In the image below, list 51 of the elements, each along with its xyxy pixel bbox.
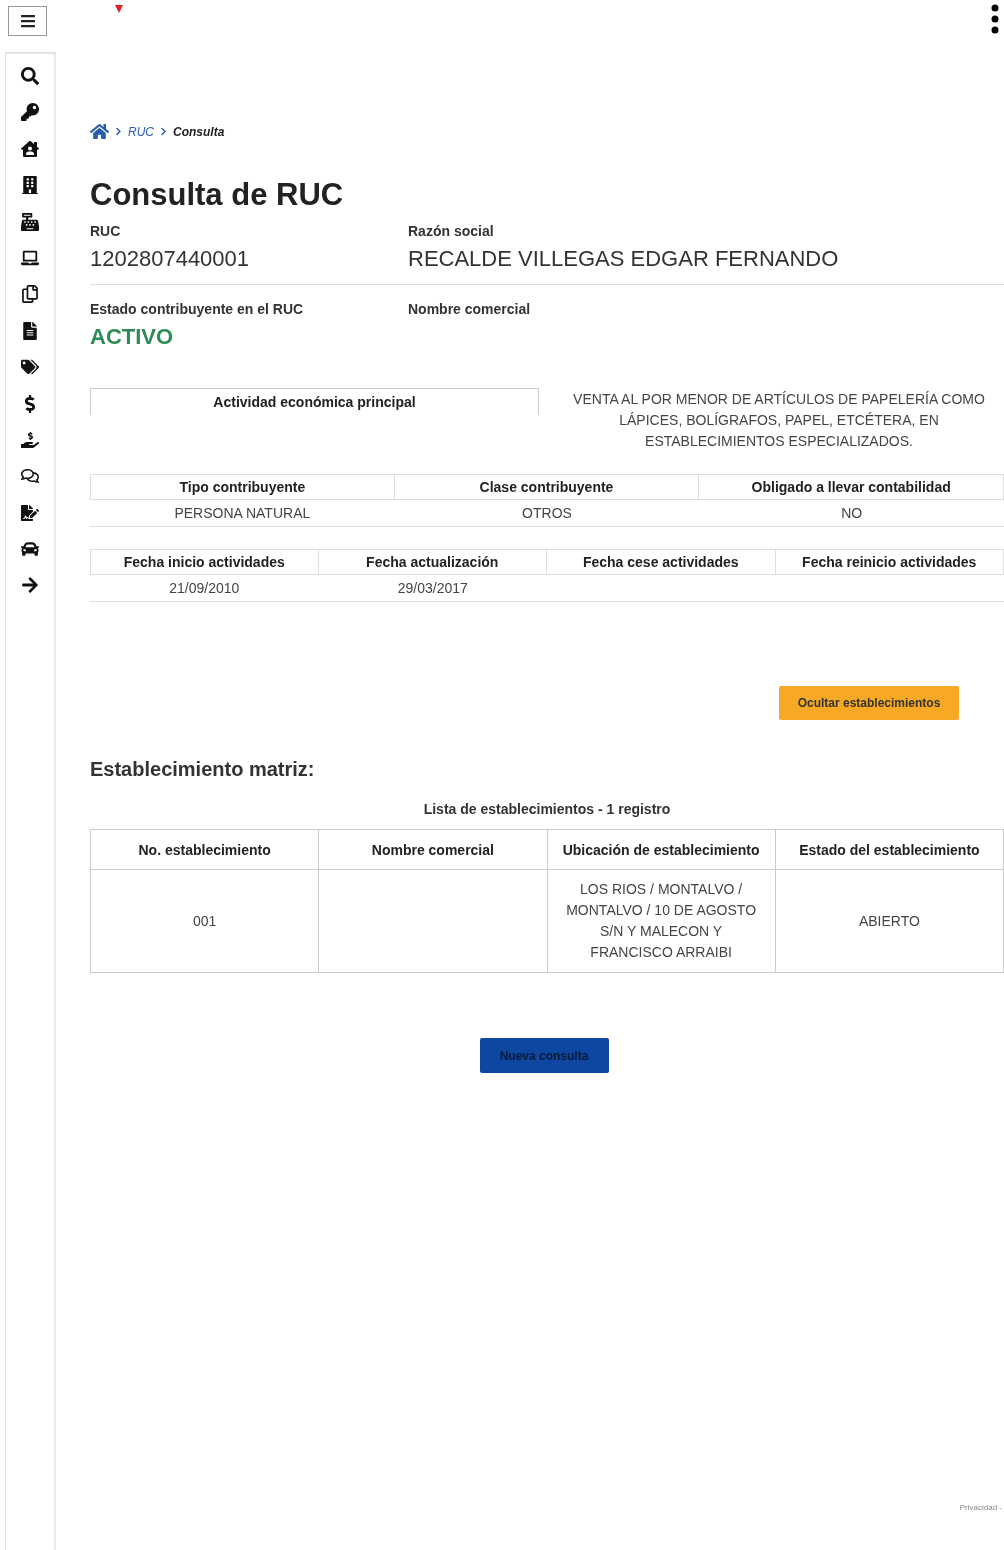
- field-label: Estado contribuyente en el RUC: [90, 301, 305, 317]
- hand-money-icon[interactable]: [21, 429, 39, 450]
- table-header: Estado del establecimiento: [775, 830, 1004, 870]
- field-label: RUC: [90, 223, 122, 239]
- menu-icon: [19, 13, 36, 29]
- table-header: Tipo contribuyente: [90, 474, 395, 500]
- table-cell: NO: [699, 500, 1004, 527]
- table-caption: Lista de establecimientos - 1 registro: [422, 801, 672, 817]
- table-cell: 21/09/2010: [90, 575, 319, 602]
- table-cell: OTROS: [394, 500, 700, 527]
- table-header: Fecha inicio actividades: [90, 549, 319, 575]
- cash-register-icon[interactable]: [21, 211, 39, 232]
- key-icon[interactable]: [21, 102, 39, 123]
- field-label: Nombre comercial: [408, 301, 532, 317]
- table-header: Nombre comercial: [319, 830, 548, 870]
- house-user-icon[interactable]: [21, 138, 39, 159]
- table-header: Ubicación de establecimiento: [547, 830, 776, 870]
- privacy-link[interactable]: Privacidad -: [959, 1503, 1002, 1512]
- table-cell: 29/03/2017: [318, 575, 547, 602]
- chevron-icon: [159, 127, 168, 136]
- table-header: Fecha actualización: [318, 549, 547, 575]
- document-icon[interactable]: [21, 320, 39, 341]
- section-heading: Establecimiento matriz:: [90, 758, 316, 781]
- breadcrumb-link[interactable]: Consulta: [173, 124, 225, 139]
- hide-establishments-button[interactable]: Ocultar establecimientos: [779, 686, 959, 720]
- table-cell: 001: [91, 870, 320, 973]
- table-header: Fecha cese actividades: [547, 549, 776, 575]
- search-icon[interactable]: [21, 66, 39, 86]
- page-title: Consulta de RUC: [90, 177, 345, 213]
- field-value: 1202807440001: [90, 246, 251, 272]
- table-header: Obligado a llevar contabilidad: [699, 474, 1004, 500]
- table-header: Clase contribuyente: [394, 474, 700, 500]
- home-icon[interactable]: [90, 122, 109, 141]
- chevron-icon: [114, 127, 123, 136]
- breadcrumb-link[interactable]: RUC: [128, 124, 154, 139]
- menu-button[interactable]: [8, 6, 47, 36]
- status-value: ACTIVO: [90, 324, 175, 350]
- field-value: RECALDE VILLEGAS EDGAR FERNANDO: [408, 246, 840, 272]
- documents-icon[interactable]: [21, 284, 39, 305]
- table-header: No. establecimiento: [91, 830, 320, 870]
- building-icon[interactable]: [21, 175, 39, 196]
- table-cell: PERSONA NATURAL: [90, 500, 395, 527]
- activity-label: Actividad económica principal: [90, 388, 539, 415]
- table-header: Fecha reinicio actividades: [775, 549, 1004, 575]
- arrow-icon[interactable]: [21, 575, 39, 596]
- file-signature-icon[interactable]: [21, 502, 39, 523]
- field-label: Razón social: [408, 223, 495, 239]
- table-cell: ABIERTO: [775, 870, 1004, 973]
- activity-value: VENTA AL POR MENOR DE ARTÍCULOS DE PAPELERÍA COMO LÁPICES, BOLÍGRAFOS, PAPEL, ETCÉTERA, EN ESTABLECIMIENTOS ESPECIALIZADOS.: [572, 390, 986, 451]
- table-cell: LOS RIOS / MONTALVO / MONTALVO / 10 DE AGOSTO S/N Y MALECON Y FRANCISCO ARRAIBI: [547, 870, 776, 973]
- triangle-icon: [115, 5, 123, 13]
